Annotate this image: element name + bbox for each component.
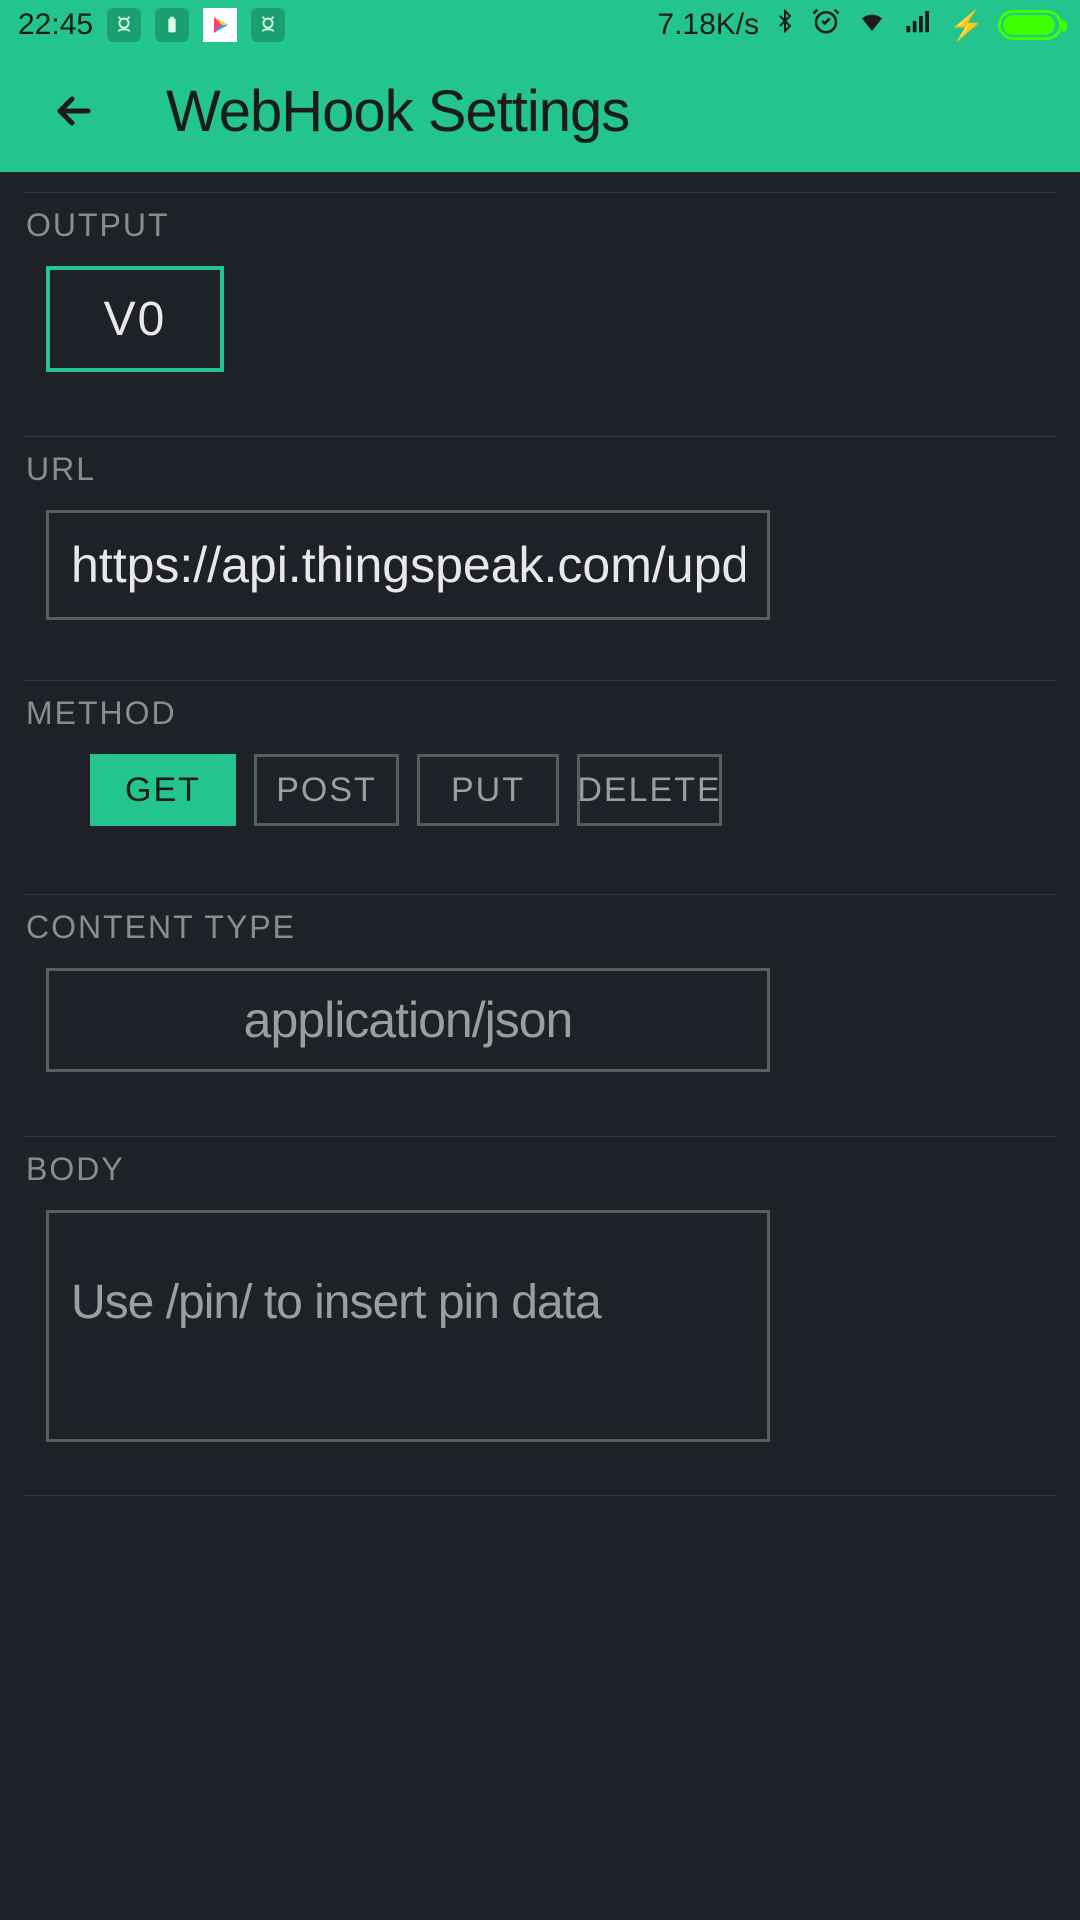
battery-icon bbox=[998, 10, 1062, 40]
url-section: URL bbox=[24, 436, 1056, 672]
content-type-label: CONTENT TYPE bbox=[24, 905, 1056, 968]
content-type-selector[interactable]: application/json bbox=[46, 968, 770, 1072]
status-network-speed: 7.18K/s bbox=[657, 8, 759, 42]
status-app-icon-1 bbox=[107, 8, 141, 42]
signal-icon bbox=[903, 6, 935, 44]
output-pin-selector[interactable]: V0 bbox=[46, 266, 224, 372]
method-row: GET POST PUT DELETE bbox=[90, 754, 1056, 826]
content-type-section: CONTENT TYPE application/json bbox=[24, 894, 1056, 1128]
divider bbox=[24, 1495, 1056, 1496]
output-label: OUTPUT bbox=[24, 203, 1056, 266]
charging-icon: ⚡ bbox=[949, 9, 984, 42]
app-bar: WebHook Settings bbox=[0, 50, 1080, 172]
alarm-icon bbox=[811, 6, 841, 44]
status-app-icon-2 bbox=[251, 8, 285, 42]
content: OUTPUT V0 URL METHOD GET POST PUT DELETE… bbox=[0, 192, 1080, 1496]
method-post-button[interactable]: POST bbox=[254, 754, 399, 826]
status-battery-saver-icon bbox=[155, 8, 189, 42]
url-label: URL bbox=[24, 447, 1056, 510]
page-title: WebHook Settings bbox=[166, 78, 629, 145]
method-get-button[interactable]: GET bbox=[90, 754, 236, 826]
method-section: METHOD GET POST PUT DELETE bbox=[24, 680, 1056, 886]
back-button[interactable] bbox=[44, 81, 104, 141]
status-play-store-icon bbox=[203, 8, 237, 42]
method-delete-button[interactable]: DELETE bbox=[577, 754, 722, 826]
method-label: METHOD bbox=[24, 691, 1056, 754]
wifi-icon bbox=[855, 6, 889, 44]
status-left: 22:45 bbox=[18, 8, 285, 42]
bluetooth-icon bbox=[773, 6, 797, 44]
body-label: BODY bbox=[24, 1147, 1056, 1210]
status-time: 22:45 bbox=[18, 8, 93, 42]
output-section: OUTPUT V0 bbox=[24, 192, 1056, 428]
url-input[interactable] bbox=[46, 510, 770, 620]
status-right: 7.18K/s ⚡ bbox=[657, 6, 1062, 44]
body-section: BODY bbox=[24, 1136, 1056, 1487]
method-put-button[interactable]: PUT bbox=[417, 754, 559, 826]
body-input[interactable] bbox=[46, 1210, 770, 1442]
status-bar: 22:45 7.18K/s ⚡ bbox=[0, 0, 1080, 50]
